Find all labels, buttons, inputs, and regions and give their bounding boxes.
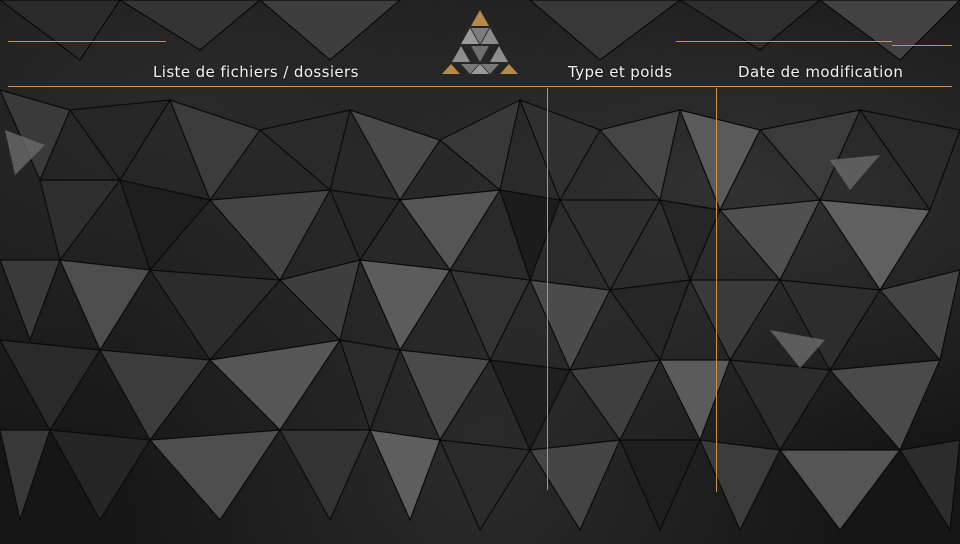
column-header-files[interactable]: Liste de fichiers / dossiers [153,63,359,81]
header-top-left-line [8,41,166,42]
column-header-date[interactable]: Date de modification [738,63,903,81]
polygon-background [0,0,960,532]
triforce-logo-icon [442,10,518,74]
column-header-type[interactable]: Type et poids [568,63,673,81]
header-bottom-line [8,86,952,87]
header-top-right-notch [892,45,952,46]
header-top-right-line [676,41,892,42]
column-divider-2 [716,88,717,492]
column-divider-1 [547,88,548,490]
file-browser-screen: Liste de fichiers / dossiers Type et poi… [0,0,960,544]
